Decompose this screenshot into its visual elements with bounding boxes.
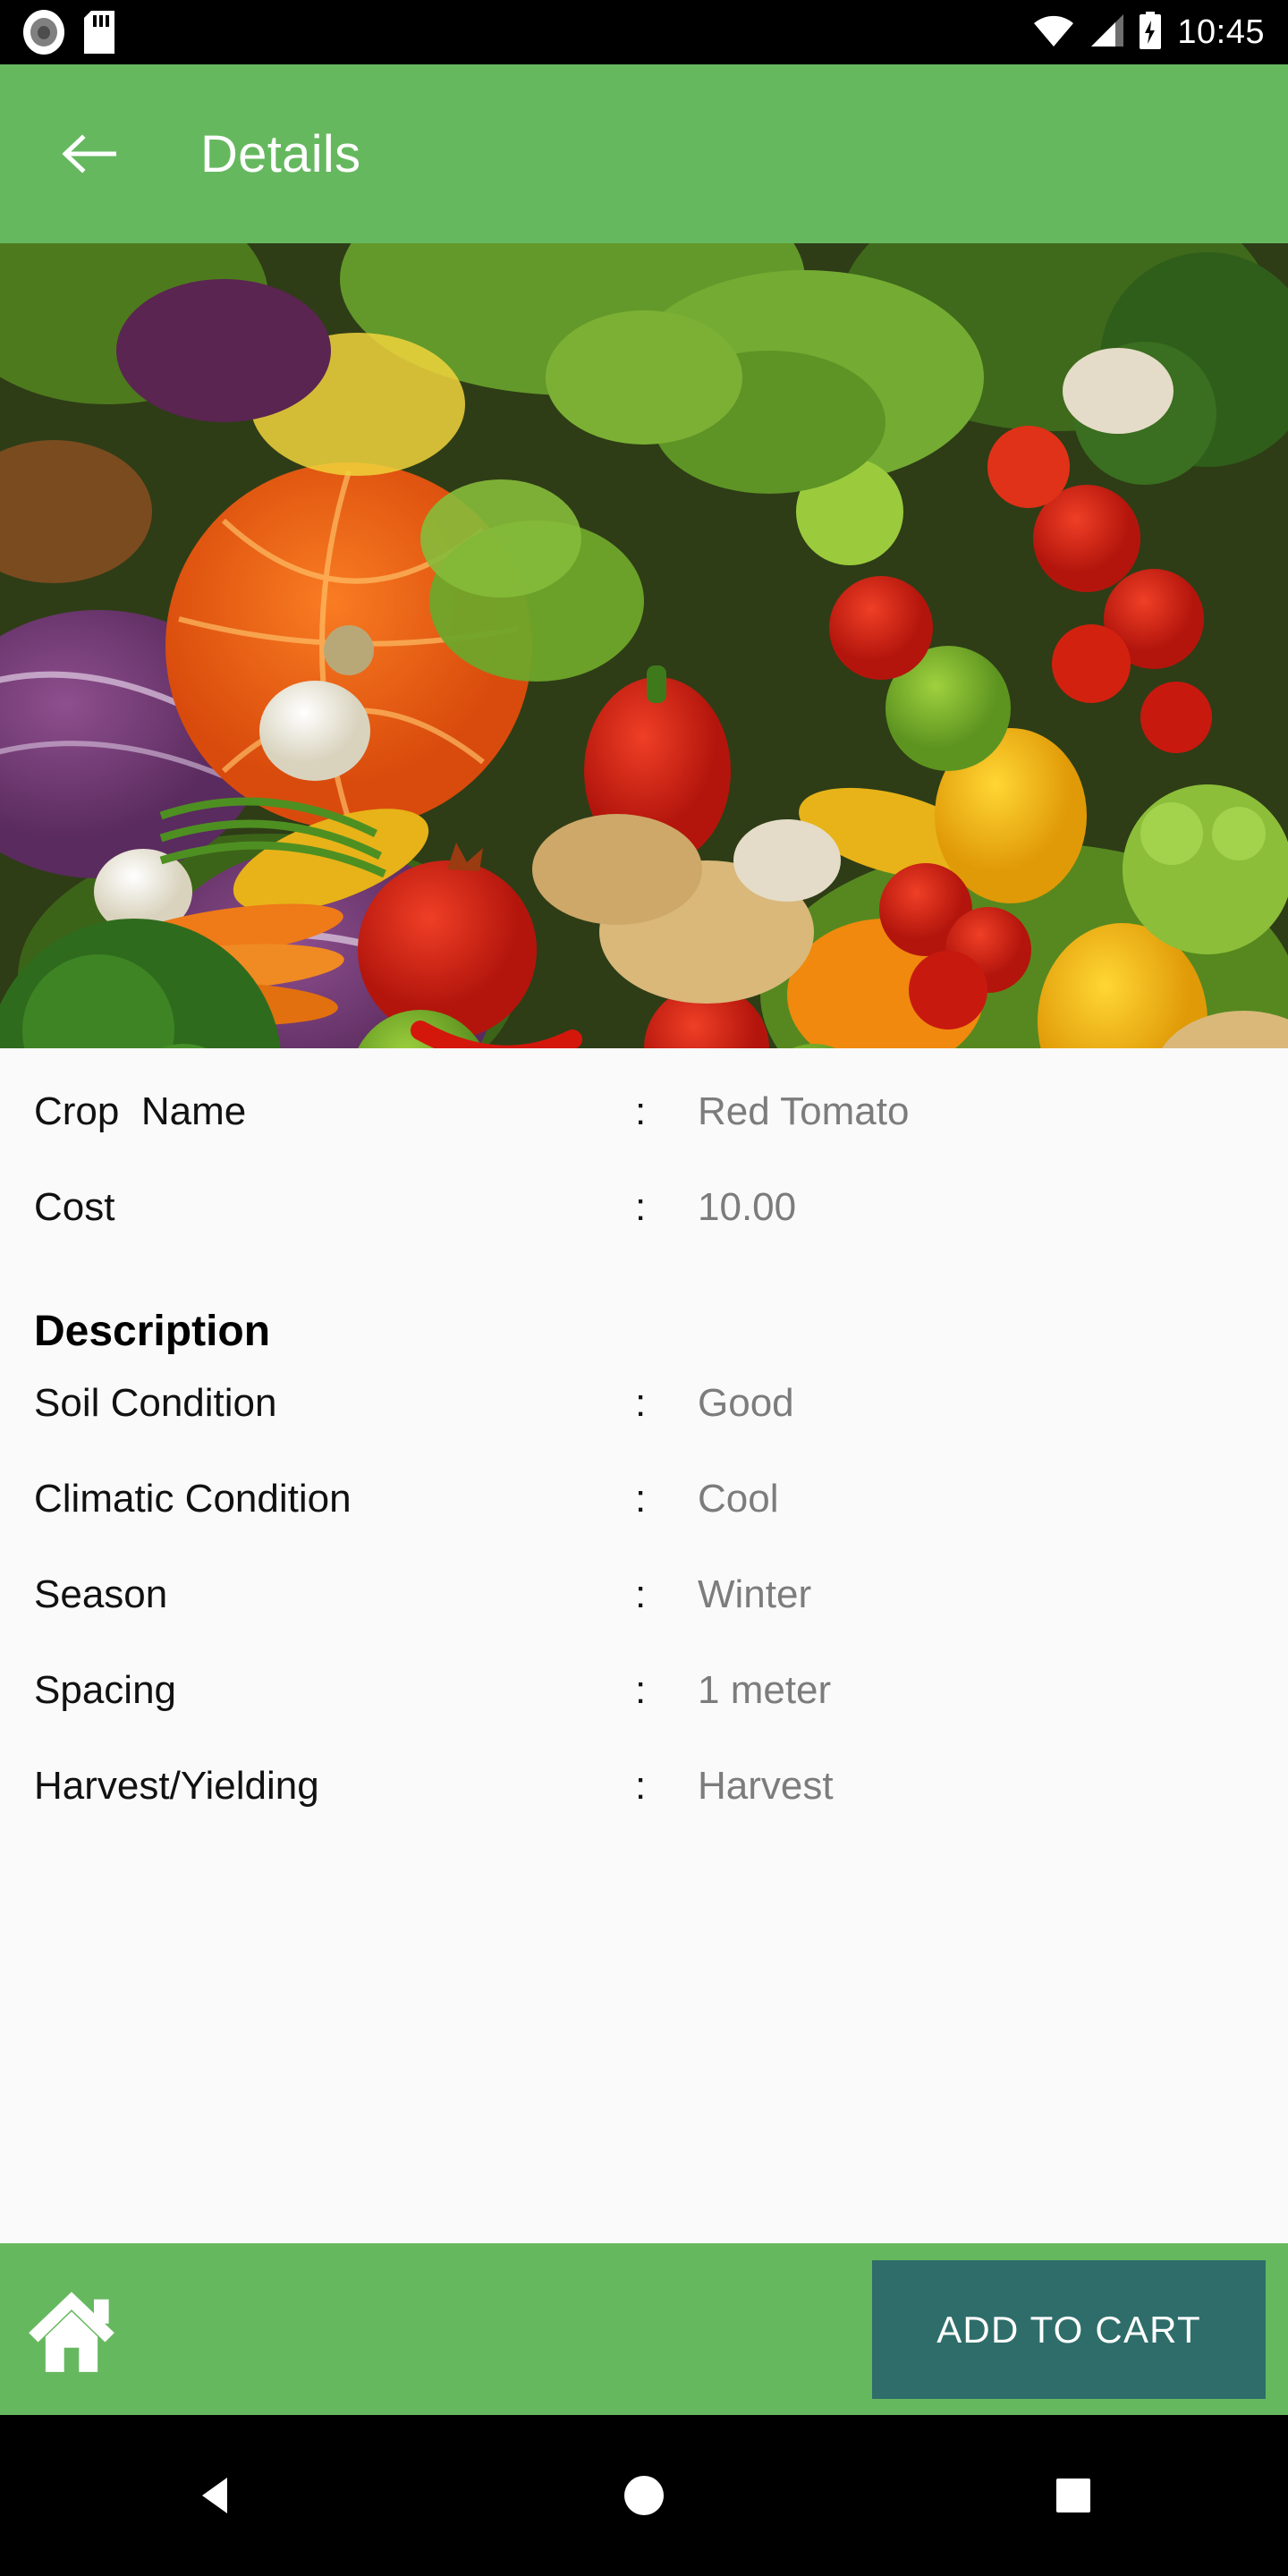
detail-value: 10.00: [698, 1185, 797, 1229]
home-button[interactable]: [25, 2283, 118, 2376]
detail-separator: :: [635, 1668, 647, 1712]
detail-label: Harvest/Yielding: [34, 1764, 319, 1808]
detail-row-crop-name: Crop Name : Red Tomato: [0, 1089, 1288, 1185]
status-bar-right-icons: 10:45: [1034, 11, 1265, 54]
detail-value: Harvest: [698, 1764, 834, 1808]
detail-separator: :: [635, 1764, 647, 1808]
crop-hero-image: [0, 243, 1288, 1048]
record-icon: [23, 10, 64, 55]
detail-separator: :: [635, 1381, 647, 1425]
detail-label: Season: [34, 1572, 168, 1616]
detail-row-spacing: Spacing : 1 meter: [0, 1668, 1288, 1764]
back-button[interactable]: [47, 111, 132, 197]
bottom-action-bar: ADD TO CART: [0, 2243, 1288, 2415]
android-navigation-bar: [0, 2415, 1288, 2576]
nav-home-button[interactable]: [564, 2442, 724, 2549]
detail-label: Crop Name: [34, 1089, 247, 1133]
detail-value: Cool: [698, 1477, 779, 1521]
battery-charging-icon: [1138, 11, 1163, 54]
add-to-cart-button[interactable]: ADD TO CART: [872, 2260, 1266, 2399]
nav-recents-button[interactable]: [993, 2442, 1154, 2549]
detail-value: 1 meter: [698, 1668, 832, 1712]
detail-label: Soil Condition: [34, 1381, 277, 1425]
nav-recents-square-icon: [1056, 2479, 1090, 2512]
detail-separator: :: [635, 1477, 647, 1521]
app-bar: Details: [0, 64, 1288, 243]
detail-row-soil-condition: Soil Condition : Good: [0, 1381, 1288, 1477]
crop-details-list: Crop Name : Red Tomato Cost : 10.00 Desc…: [0, 1048, 1288, 2243]
status-bar: 10:45: [0, 0, 1288, 64]
detail-value: Red Tomato: [698, 1089, 910, 1133]
vegetables-photo: [0, 243, 1288, 1048]
detail-row-season: Season : Winter: [0, 1572, 1288, 1668]
nav-back-button[interactable]: [134, 2442, 295, 2549]
nav-back-triangle-icon: [202, 2478, 227, 2513]
status-bar-clock: 10:45: [1177, 13, 1265, 51]
detail-label: Cost: [34, 1185, 115, 1229]
detail-separator: :: [635, 1089, 647, 1133]
page-title: Details: [200, 124, 361, 183]
detail-separator: :: [635, 1185, 647, 1229]
detail-row-climatic-condition: Climatic Condition : Cool: [0, 1477, 1288, 1572]
detail-label: Spacing: [34, 1668, 177, 1712]
sd-card-icon: [84, 11, 114, 54]
wifi-icon: [1034, 14, 1074, 51]
home-icon: [29, 2292, 114, 2372]
detail-value: Good: [698, 1381, 794, 1425]
detail-separator: :: [635, 1572, 647, 1616]
nav-home-circle-icon: [624, 2476, 664, 2515]
status-bar-left-icons: [23, 10, 114, 55]
detail-label: Climatic Condition: [34, 1477, 352, 1521]
description-heading: Description: [34, 1307, 271, 1355]
phone-screen: 10:45 Details Crop Name: Red Tomato Cos…: [0, 0, 1288, 2576]
detail-value: Winter: [698, 1572, 812, 1616]
detail-row-harvest-yielding: Harvest/Yielding : Harvest: [0, 1764, 1288, 1860]
back-arrow-icon: [62, 134, 116, 174]
detail-row-cost: Cost : 10.00: [0, 1185, 1288, 1281]
cellular-signal-icon: [1088, 13, 1124, 51]
